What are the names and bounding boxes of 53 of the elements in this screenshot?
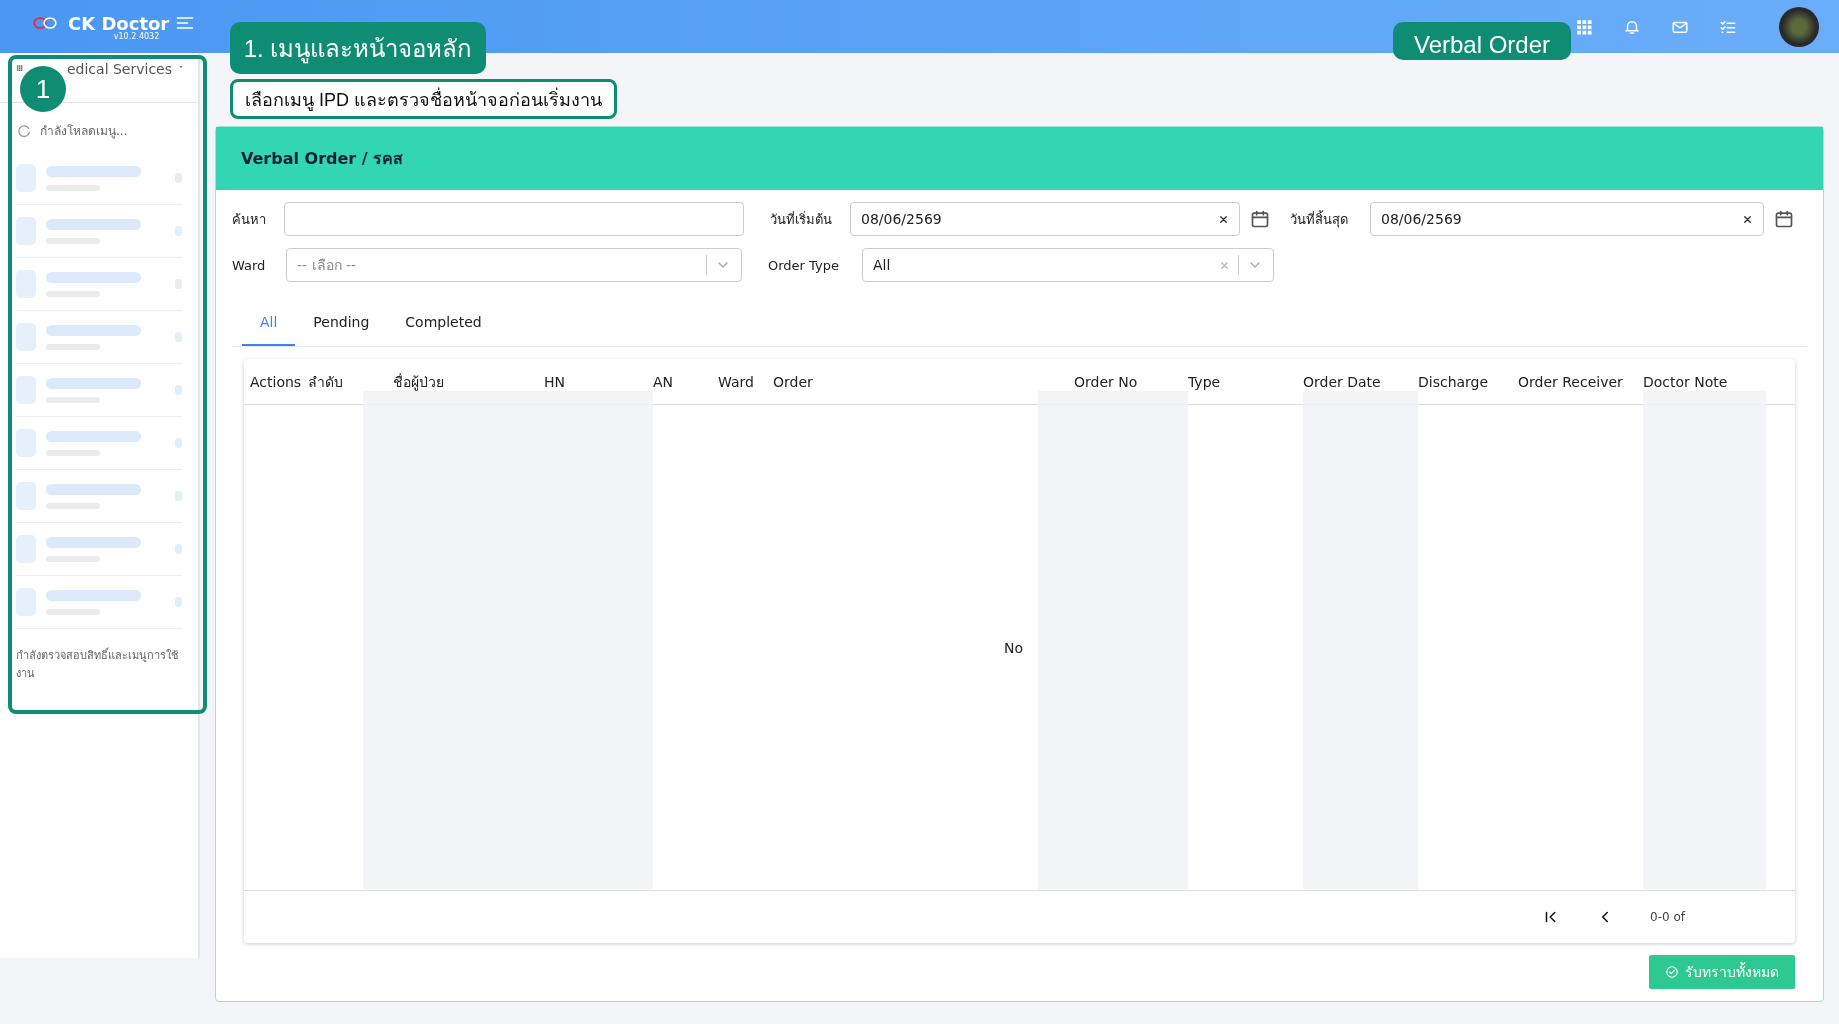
- end-date-field[interactable]: 08/06/2569: [1370, 202, 1764, 236]
- field-label: Ward: [232, 257, 267, 273]
- column-header: Type: [1188, 373, 1221, 390]
- field-label: วันที่สิ้นสุด: [1290, 209, 1349, 230]
- empty-message: No: [1004, 639, 1024, 656]
- skeleton-icon: [16, 376, 36, 404]
- spinner-icon: [16, 122, 32, 139]
- tab[interactable]: All: [242, 304, 296, 346]
- column-header: HN: [544, 373, 565, 390]
- column-header: Actions: [250, 373, 302, 390]
- field-label: Order Type: [768, 257, 840, 273]
- clear-icon[interactable]: [1742, 213, 1753, 225]
- calendar-icon[interactable]: [1774, 209, 1794, 229]
- pagination-range: 0-0 of: [1650, 910, 1685, 924]
- skeleton-icon: [16, 429, 36, 457]
- permission-status-text: กำลังตรวจสอบสิทธิ์และเมนูการใช้งาน: [15, 646, 179, 682]
- order-type-select[interactable]: All: [862, 248, 1274, 282]
- section-callout: 1. เมนูและหน้าจอหลัก: [230, 22, 486, 74]
- user-avatar[interactable]: [1779, 6, 1819, 47]
- column-header: ลำดับ: [308, 373, 343, 390]
- skeleton-icon: [16, 164, 36, 192]
- skeleton-icon: [16, 588, 36, 616]
- start-date-field[interactable]: 08/06/2569: [850, 202, 1240, 236]
- column-header: Ward: [718, 373, 754, 390]
- column-header: Discharge: [1418, 373, 1489, 390]
- column-header: AN: [653, 373, 674, 390]
- field-label: ค้นหา: [232, 210, 267, 229]
- column-header: Order No: [1074, 373, 1138, 390]
- column-header: Order Date: [1303, 373, 1381, 390]
- apps-grid-icon[interactable]: [1575, 17, 1593, 36]
- skeleton-icon: [16, 482, 36, 510]
- module-selector[interactable]: edical Services: [66, 61, 172, 77]
- search-field[interactable]: [284, 202, 744, 236]
- card-title: Verbal Order / รคส: [216, 127, 1823, 190]
- tab[interactable]: Pending: [295, 304, 388, 346]
- screen-name-callout: Verbal Order: [1393, 22, 1571, 60]
- tab[interactable]: Completed: [387, 304, 500, 346]
- ward-select[interactable]: -- เลือก --: [286, 248, 742, 282]
- skeleton-icon: [16, 270, 36, 298]
- skeleton-icon: [16, 535, 36, 563]
- clear-icon[interactable]: [1218, 213, 1229, 225]
- instruction-callout: เลือกเมนู IPD และตรวจชื่อหน้าจอก่อนเริ่มงาน: [230, 79, 617, 119]
- version-label: v10.2.4032: [113, 31, 160, 41]
- loading-text: กำลังโหลดเมนู...: [40, 123, 128, 140]
- check-circle-icon: [1665, 965, 1679, 979]
- column-header: Order: [773, 373, 813, 390]
- calendar-icon[interactable]: [1250, 209, 1270, 229]
- column-header: Order Receiver: [1518, 373, 1623, 390]
- skeleton-icon: [16, 323, 36, 351]
- column-header: Doctor Note: [1643, 373, 1728, 390]
- skeleton-icon: [16, 217, 36, 245]
- column-header: ชื่อผู้ป่วย: [393, 373, 444, 390]
- field-label: วันที่เริ่มต้น: [770, 210, 833, 229]
